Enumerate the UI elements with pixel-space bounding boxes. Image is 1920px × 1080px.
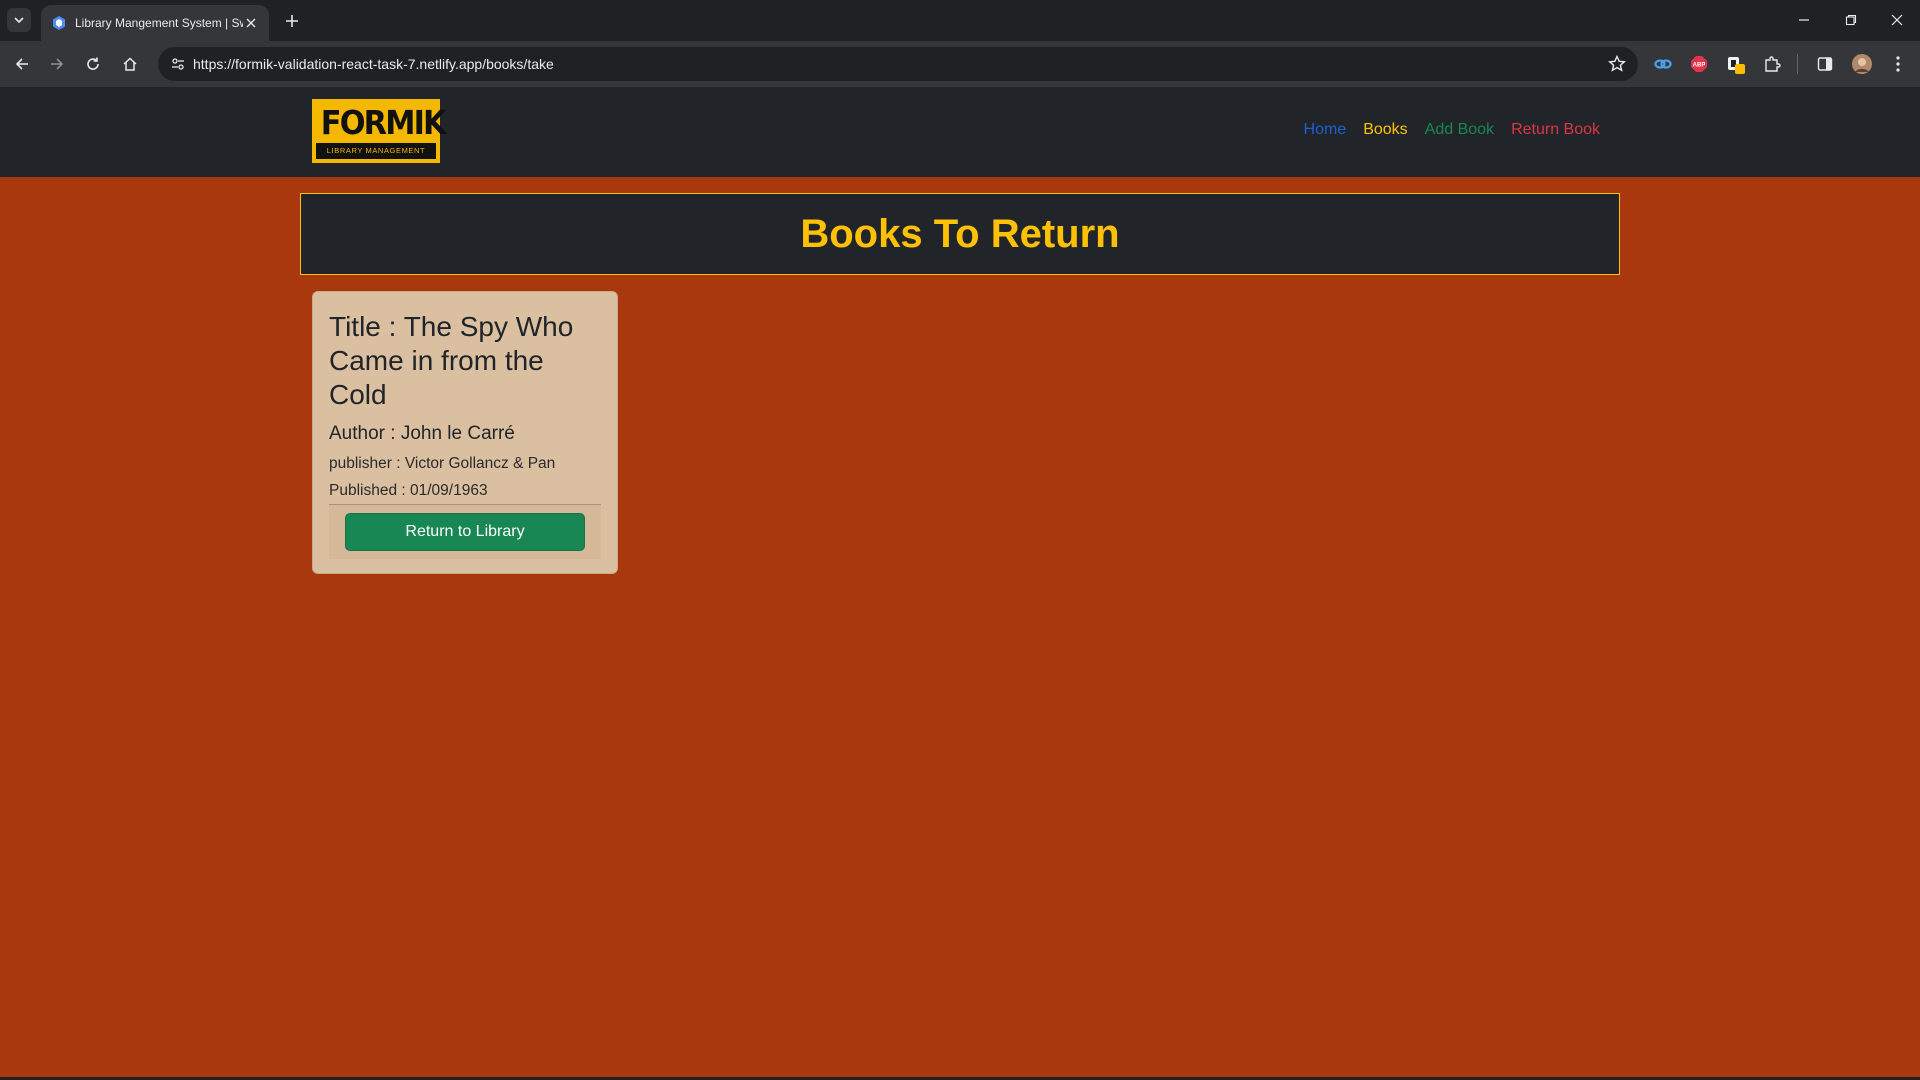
browser-toolbar: https://formik-validation-react-task-7.n… <box>0 41 1920 87</box>
minimize-icon <box>1799 19 1809 21</box>
browser-menu-icon[interactable] <box>1887 53 1909 75</box>
bookmark-star-icon[interactable] <box>1608 55 1626 73</box>
url-text: https://formik-validation-react-task-7.n… <box>193 56 554 72</box>
reload-icon <box>87 57 99 70</box>
new-tab-button[interactable] <box>281 10 303 32</box>
nav-link-books[interactable]: Books <box>1363 121 1407 139</box>
app-navbar: FORMIK LIBRARY MANAGEMENT Home Books Add… <box>0 87 1920 177</box>
page-heading-banner: Books To Return <box>300 193 1620 275</box>
browser-tab-active[interactable]: Library Mangement System | Sw <box>41 5 269 41</box>
nav-link-home[interactable]: Home <box>1304 121 1347 139</box>
extension-puzzle-badge-icon[interactable] <box>1725 53 1747 75</box>
home-button[interactable] <box>117 51 143 77</box>
logo-subtitle: LIBRARY MANAGEMENT <box>316 143 436 159</box>
toolbar-separator <box>1797 54 1798 74</box>
nav-link-add-book[interactable]: Add Book <box>1425 121 1494 139</box>
logo-word: FORMIK <box>320 103 447 142</box>
chevron-down-icon <box>14 17 24 24</box>
book-card: Title : The Spy Who Came in from the Col… <box>312 291 618 574</box>
arrow-right-icon <box>51 58 64 70</box>
back-button[interactable] <box>9 51 35 77</box>
extension-loop-icon[interactable] <box>1652 53 1674 75</box>
tab-search-button[interactable] <box>7 8 31 32</box>
hexagon-favicon-icon <box>53 16 65 30</box>
home-icon <box>123 57 137 71</box>
address-bar[interactable]: https://formik-validation-react-task-7.n… <box>158 47 1638 81</box>
book-published-date: Published : 01/09/1963 <box>329 482 488 499</box>
book-publisher: publisher : Victor Gollancz & Pan <box>329 455 556 472</box>
adblock-label: ABP <box>1693 63 1706 69</box>
restore-button[interactable] <box>1837 8 1865 32</box>
tab-title: Library Mangement System | Sw <box>75 16 243 30</box>
arrow-left-icon <box>15 58 28 70</box>
reload-button[interactable] <box>80 51 106 77</box>
tab-close-icon[interactable] <box>243 15 259 31</box>
book-title: Title : The Spy Who Came in from the Col… <box>329 311 574 410</box>
nav-links: Home Books Add Book Return Book <box>1304 121 1600 139</box>
close-icon <box>1891 14 1903 26</box>
formik-logo[interactable]: FORMIK LIBRARY MANAGEMENT <box>312 99 447 163</box>
page-title: Books To Return <box>800 211 1120 256</box>
site-info-icon[interactable] <box>168 54 188 74</box>
extension-adblock-icon[interactable]: ABP <box>1688 53 1710 75</box>
restore-icon <box>1845 14 1857 26</box>
side-panel-icon[interactable] <box>1814 53 1836 75</box>
profile-avatar[interactable] <box>1851 53 1873 75</box>
plus-icon <box>286 15 298 27</box>
return-to-library-button[interactable]: Return to Library <box>345 513 585 551</box>
book-author: Author : John le Carré <box>329 423 515 444</box>
nav-link-return-book[interactable]: Return Book <box>1511 121 1600 139</box>
book-card-footer: Return to Library <box>329 504 601 559</box>
minimize-button[interactable] <box>1790 8 1818 32</box>
close-window-button[interactable] <box>1883 8 1911 32</box>
forward-button[interactable] <box>44 51 70 77</box>
browser-tab-strip: Library Mangement System | Sw <box>0 0 1920 41</box>
extensions-puzzle-icon[interactable] <box>1761 53 1783 75</box>
